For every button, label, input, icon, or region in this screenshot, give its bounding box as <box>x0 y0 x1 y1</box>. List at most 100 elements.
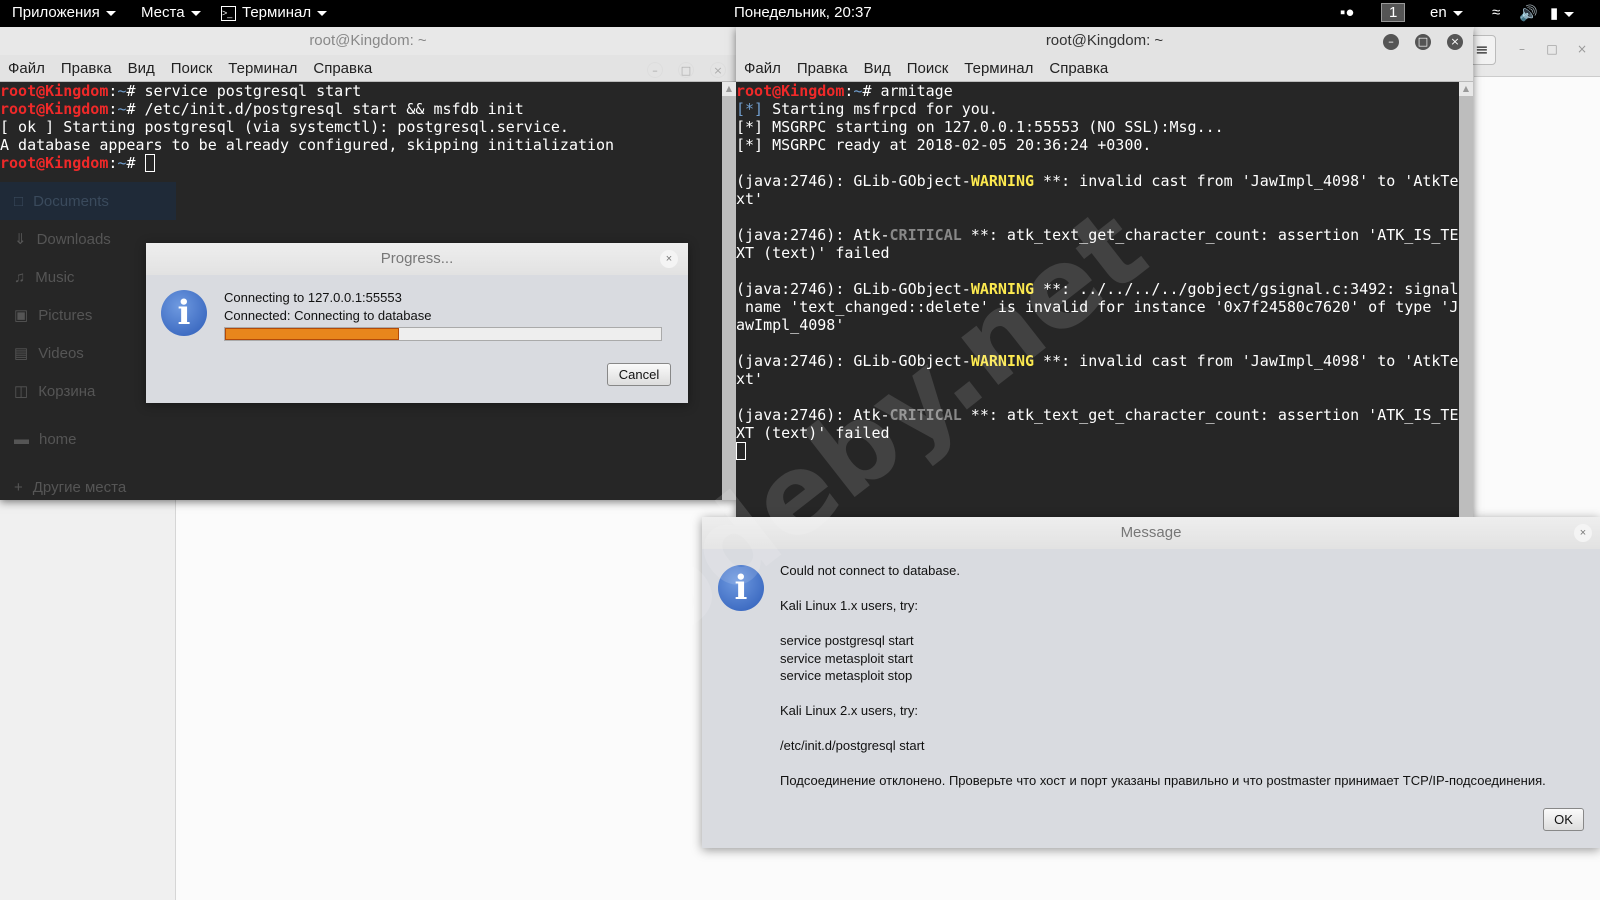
close-icon[interactable]: × <box>1572 39 1592 59</box>
pictures-icon: ▣ <box>14 307 29 324</box>
message-line <box>780 581 1546 599</box>
menu-view[interactable]: Вид <box>864 60 891 77</box>
sidebar-item-documents[interactable]: □ Documents <box>0 182 176 220</box>
close-icon[interactable]: × <box>1574 524 1592 542</box>
menu-file[interactable]: Файл <box>8 60 45 77</box>
sidebar-item-home[interactable]: ▬ home <box>0 420 176 458</box>
message-line: service metasploit stop <box>780 668 913 683</box>
window-title: root@Kingdom: ~ <box>736 27 1473 55</box>
prompt: root@Kingdom <box>736 82 845 100</box>
menu-terminal[interactable]: Терминал <box>964 60 1033 77</box>
output-line: Starting msfrpcd for you. <box>763 100 998 118</box>
status-line-2: Connected: Connecting to database <box>224 308 432 323</box>
ok-button[interactable]: OK <box>1543 808 1584 831</box>
places-menu[interactable]: Места <box>141 4 201 21</box>
output-line: [*] MSGRPC ready at 2018-02-05 20:36:24 … <box>736 136 1152 154</box>
scrollbar[interactable]: ▲ <box>722 82 736 500</box>
sidebar-item-label: Другие места <box>32 478 127 496</box>
video-camera-icon[interactable]: ▪● <box>1340 4 1354 21</box>
battery-icon[interactable]: ▮ <box>1550 4 1575 22</box>
minimize-icon[interactable]: – <box>647 62 663 78</box>
message-line: service metasploit start <box>780 650 913 666</box>
folder-icon: ▬ <box>14 430 29 448</box>
document-icon: □ <box>14 192 24 210</box>
terminal-text: root@Kingdom:~# armitage [*] Starting ms… <box>736 82 1473 460</box>
sidebar-item-downloads[interactable]: ⇓ Downloads <box>0 220 176 258</box>
output-line: [*] MSGRPC starting on 127.0.0.1:55553 (… <box>736 118 1224 136</box>
dialog-title: Progress... <box>146 243 688 275</box>
maximize-icon[interactable]: □ <box>1542 39 1562 59</box>
output-line: [ ok ] Starting postgresql (via systemct… <box>0 118 569 136</box>
window-title: root@Kingdom: ~ <box>0 27 736 55</box>
menu-file[interactable]: Файл <box>744 60 781 77</box>
files-sidebar-items: □ Documents ⇓ Downloads ♫ Music ▣ Pictures ▤… <box>0 182 176 500</box>
language-label: en <box>1430 4 1447 21</box>
chevron-down-icon <box>105 10 116 16</box>
sidebar-item-label: home <box>39 430 77 448</box>
menu-help[interactable]: Справка <box>313 60 372 77</box>
sidebar-item-label: Корзина <box>38 382 96 400</box>
minimize-icon[interactable]: – <box>1383 34 1399 50</box>
download-icon: ⇓ <box>14 231 27 248</box>
dialog-title: Message <box>702 517 1600 549</box>
prompt: root@Kingdom <box>0 154 109 172</box>
menu-help[interactable]: Справка <box>1049 60 1108 77</box>
progress-fill <box>225 328 400 340</box>
message-line <box>780 686 1546 704</box>
warning-label: WARNING <box>970 280 1035 298</box>
sidebar-item-trash[interactable]: ◫ Корзина <box>0 372 176 410</box>
close-icon[interactable]: × <box>710 62 726 78</box>
scrollbar[interactable]: ▲ <box>1459 82 1473 517</box>
terminal-text: root@Kingdom:~# service postgresql start… <box>0 82 615 172</box>
menu-search[interactable]: Поиск <box>171 60 213 77</box>
message-line: Kali Linux 1.x users, try: <box>780 598 918 613</box>
workspace-indicator[interactable]: 1 <box>1381 3 1406 22</box>
scroll-up-icon[interactable]: ▲ <box>722 82 736 96</box>
cursor <box>144 154 155 172</box>
sidebar-item-music[interactable]: ♫ Music <box>0 258 176 296</box>
menu-view[interactable]: Вид <box>128 60 155 77</box>
terminal-output[interactable]: root@Kingdom:~# armitage [*] Starting ms… <box>736 82 1473 517</box>
chevron-down-icon <box>1564 11 1575 17</box>
menu-edit[interactable]: Правка <box>61 60 112 77</box>
sidebar-item-other-locations[interactable]: + Другие места <box>0 468 176 500</box>
wifi-icon[interactable]: ≈ <box>1492 4 1500 21</box>
menu-search[interactable]: Поиск <box>907 60 949 77</box>
clock[interactable]: Понедельник, 20:37 <box>734 4 872 21</box>
sidebar-item-label: Downloads <box>36 230 111 248</box>
menu-edit[interactable]: Правка <box>797 60 848 77</box>
top-panel: Приложения Места >_ Терминал Понедельник,… <box>0 0 1600 27</box>
cancel-button[interactable]: Cancel <box>607 363 671 386</box>
sidebar-item-pictures[interactable]: ▣ Pictures <box>0 296 176 334</box>
command-line: /etc/init.d/postgresql start && msfdb in… <box>144 100 524 118</box>
message-line <box>780 756 1546 774</box>
info-icon: i <box>718 565 764 611</box>
scroll-up-icon[interactable]: ▲ <box>1459 82 1473 96</box>
progress-dialog: Progress... × i Connecting to 127.0.0.1:… <box>146 243 688 403</box>
message-text: Could not connect to database. Kali Linux… <box>780 563 1546 791</box>
menu-terminal[interactable]: Терминал <box>228 60 297 77</box>
maximize-icon[interactable]: □ <box>1415 34 1431 50</box>
warning-label: WARNING <box>970 352 1035 370</box>
applications-menu[interactable]: Приложения <box>12 4 116 21</box>
trash-icon: ◫ <box>14 383 29 400</box>
applications-label: Приложения <box>12 4 100 21</box>
status-line-1: Connecting to 127.0.0.1:55553 <box>224 290 402 305</box>
terminal-app-menu[interactable]: >_ Терминал <box>221 4 328 21</box>
minimize-icon[interactable]: – <box>1512 39 1532 59</box>
terminal-label: Терминал <box>242 4 312 21</box>
close-icon[interactable]: × <box>1447 34 1463 50</box>
close-icon[interactable]: × <box>660 250 678 268</box>
terminal-window-right[interactable]: root@Kingdom: ~ – □ × Файл Правка Вид По… <box>736 27 1473 517</box>
maximize-icon[interactable]: □ <box>678 62 694 78</box>
terminal-icon: >_ <box>221 5 236 21</box>
sidebar-item-videos[interactable]: ▤ Videos <box>0 334 176 372</box>
cursor <box>736 442 746 460</box>
command-line: service postgresql start <box>144 82 362 100</box>
message-line: service postgresql start <box>780 633 914 648</box>
message-line <box>780 616 1546 634</box>
message-line: /etc/init.d/postgresql start <box>780 738 925 753</box>
volume-icon[interactable]: 🔊 <box>1519 4 1538 22</box>
language-menu[interactable]: en <box>1430 4 1463 21</box>
prompt: root@Kingdom <box>0 100 109 118</box>
